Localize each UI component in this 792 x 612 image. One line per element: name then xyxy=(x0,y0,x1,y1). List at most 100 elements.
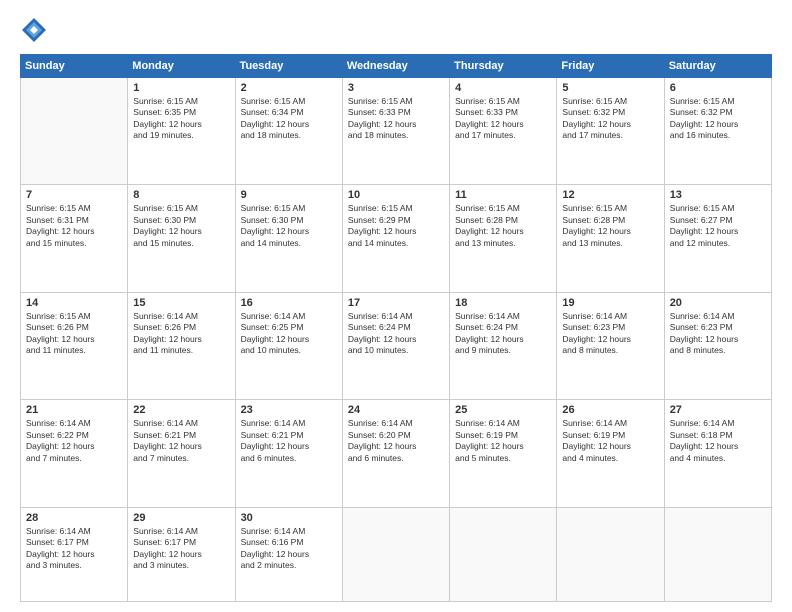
cell-info: Sunrise: 6:14 AM Sunset: 6:24 PM Dayligh… xyxy=(455,311,551,357)
cell-info: Sunrise: 6:15 AM Sunset: 6:28 PM Dayligh… xyxy=(455,203,551,249)
cell-info: Sunrise: 6:14 AM Sunset: 6:19 PM Dayligh… xyxy=(562,418,658,464)
cell-info: Sunrise: 6:14 AM Sunset: 6:25 PM Dayligh… xyxy=(241,311,337,357)
cell-info: Sunrise: 6:14 AM Sunset: 6:22 PM Dayligh… xyxy=(26,418,122,464)
day-number: 28 xyxy=(26,512,122,524)
cell-info: Sunrise: 6:15 AM Sunset: 6:33 PM Dayligh… xyxy=(348,96,444,142)
calendar-cell: 5 Sunrise: 6:15 AM Sunset: 6:32 PM Daylig… xyxy=(557,78,664,185)
cell-info: Sunrise: 6:15 AM Sunset: 6:32 PM Dayligh… xyxy=(670,96,766,142)
cell-info: Sunrise: 6:15 AM Sunset: 6:34 PM Dayligh… xyxy=(241,96,337,142)
cell-info: Sunrise: 6:14 AM Sunset: 6:21 PM Dayligh… xyxy=(241,418,337,464)
day-number: 20 xyxy=(670,297,766,309)
day-number: 18 xyxy=(455,297,551,309)
weekday-header-row: SundayMondayTuesdayWednesdayThursdayFrid… xyxy=(21,55,772,78)
header xyxy=(20,16,772,44)
day-number: 13 xyxy=(670,189,766,201)
calendar-cell: 9 Sunrise: 6:15 AM Sunset: 6:30 PM Daylig… xyxy=(235,185,342,292)
calendar-cell: 8 Sunrise: 6:15 AM Sunset: 6:30 PM Daylig… xyxy=(128,185,235,292)
calendar-cell: 25Sunrise: 6:14 AM Sunset: 6:19 PM Dayli… xyxy=(450,400,557,507)
calendar-cell: 7 Sunrise: 6:15 AM Sunset: 6:31 PM Daylig… xyxy=(21,185,128,292)
cell-info: Sunrise: 6:14 AM Sunset: 6:17 PM Dayligh… xyxy=(26,526,122,572)
calendar-cell: 28 Sunrise: 6:14 AM Sunset: 6:17 PM Dayli… xyxy=(21,507,128,601)
day-number: 15 xyxy=(133,297,229,309)
day-number: 30 xyxy=(241,512,337,524)
calendar-cell: 29Sunrise: 6:14 AM Sunset: 6:17 PM Dayli… xyxy=(128,507,235,601)
day-number: 8 xyxy=(133,189,229,201)
day-number: 27 xyxy=(670,404,766,416)
day-number: 5 xyxy=(562,82,658,94)
weekday-header: Sunday xyxy=(21,55,128,78)
cell-info: Sunrise: 6:15 AM Sunset: 6:31 PM Dayligh… xyxy=(26,203,122,249)
day-number: 12 xyxy=(562,189,658,201)
calendar-cell xyxy=(557,507,664,601)
cell-info: Sunrise: 6:14 AM Sunset: 6:24 PM Dayligh… xyxy=(348,311,444,357)
cell-info: Sunrise: 6:15 AM Sunset: 6:33 PM Dayligh… xyxy=(455,96,551,142)
calendar-week-row: 7 Sunrise: 6:15 AM Sunset: 6:31 PM Daylig… xyxy=(21,185,772,292)
calendar-cell: 18 Sunrise: 6:14 AM Sunset: 6:24 PM Dayli… xyxy=(450,292,557,399)
logo xyxy=(20,16,52,44)
calendar-cell: 27 Sunrise: 6:14 AM Sunset: 6:18 PM Dayli… xyxy=(664,400,771,507)
calendar-cell: 23 Sunrise: 6:14 AM Sunset: 6:21 PM Dayli… xyxy=(235,400,342,507)
day-number: 6 xyxy=(670,82,766,94)
calendar-cell: 10 Sunrise: 6:15 AM Sunset: 6:29 PM Dayli… xyxy=(342,185,449,292)
calendar-table: SundayMondayTuesdayWednesdayThursdayFrid… xyxy=(20,54,772,602)
day-number: 9 xyxy=(241,189,337,201)
calendar-cell: 13 Sunrise: 6:15 AM Sunset: 6:27 PM Dayli… xyxy=(664,185,771,292)
day-number: 14 xyxy=(26,297,122,309)
cell-info: Sunrise: 6:14 AM Sunset: 6:18 PM Dayligh… xyxy=(670,418,766,464)
cell-info: Sunrise: 6:14 AM Sunset: 6:17 PM Dayligh… xyxy=(133,526,229,572)
cell-info: Sunrise: 6:15 AM Sunset: 6:30 PM Dayligh… xyxy=(241,203,337,249)
calendar-cell: 17 Sunrise: 6:14 AM Sunset: 6:24 PM Dayli… xyxy=(342,292,449,399)
day-number: 10 xyxy=(348,189,444,201)
cell-info: Sunrise: 6:15 AM Sunset: 6:35 PM Dayligh… xyxy=(133,96,229,142)
calendar-cell xyxy=(21,78,128,185)
calendar-week-row: 1 Sunrise: 6:15 AM Sunset: 6:35 PM Daylig… xyxy=(21,78,772,185)
day-number: 3 xyxy=(348,82,444,94)
weekday-header: Saturday xyxy=(664,55,771,78)
day-number: 26 xyxy=(562,404,658,416)
weekday-header: Thursday xyxy=(450,55,557,78)
calendar-cell: 20 Sunrise: 6:14 AM Sunset: 6:23 PM Dayli… xyxy=(664,292,771,399)
day-number: 16 xyxy=(241,297,337,309)
cell-info: Sunrise: 6:14 AM Sunset: 6:20 PM Dayligh… xyxy=(348,418,444,464)
calendar-week-row: 14Sunrise: 6:15 AM Sunset: 6:26 PM Dayli… xyxy=(21,292,772,399)
day-number: 11 xyxy=(455,189,551,201)
day-number: 1 xyxy=(133,82,229,94)
calendar-week-row: 28 Sunrise: 6:14 AM Sunset: 6:17 PM Dayli… xyxy=(21,507,772,601)
cell-info: Sunrise: 6:15 AM Sunset: 6:30 PM Dayligh… xyxy=(133,203,229,249)
day-number: 23 xyxy=(241,404,337,416)
cell-info: Sunrise: 6:14 AM Sunset: 6:21 PM Dayligh… xyxy=(133,418,229,464)
day-number: 7 xyxy=(26,189,122,201)
calendar-cell: 19 Sunrise: 6:14 AM Sunset: 6:23 PM Dayli… xyxy=(557,292,664,399)
calendar-cell: 6 Sunrise: 6:15 AM Sunset: 6:32 PM Daylig… xyxy=(664,78,771,185)
calendar-cell: 21 Sunrise: 6:14 AM Sunset: 6:22 PM Dayli… xyxy=(21,400,128,507)
cell-info: Sunrise: 6:14 AM Sunset: 6:23 PM Dayligh… xyxy=(562,311,658,357)
calendar-cell: 16 Sunrise: 6:14 AM Sunset: 6:25 PM Dayli… xyxy=(235,292,342,399)
calendar-cell: 24 Sunrise: 6:14 AM Sunset: 6:20 PM Dayli… xyxy=(342,400,449,507)
cell-info: Sunrise: 6:14 AM Sunset: 6:23 PM Dayligh… xyxy=(670,311,766,357)
calendar-cell: 30 Sunrise: 6:14 AM Sunset: 6:16 PM Dayli… xyxy=(235,507,342,601)
cell-info: Sunrise: 6:15 AM Sunset: 6:28 PM Dayligh… xyxy=(562,203,658,249)
calendar-cell: 3 Sunrise: 6:15 AM Sunset: 6:33 PM Daylig… xyxy=(342,78,449,185)
cell-info: Sunrise: 6:14 AM Sunset: 6:16 PM Dayligh… xyxy=(241,526,337,572)
calendar-cell xyxy=(342,507,449,601)
page: SundayMondayTuesdayWednesdayThursdayFrid… xyxy=(0,0,792,612)
day-number: 22 xyxy=(133,404,229,416)
calendar-cell: 15Sunrise: 6:14 AM Sunset: 6:26 PM Dayli… xyxy=(128,292,235,399)
calendar-cell: 1 Sunrise: 6:15 AM Sunset: 6:35 PM Daylig… xyxy=(128,78,235,185)
cell-info: Sunrise: 6:15 AM Sunset: 6:27 PM Dayligh… xyxy=(670,203,766,249)
logo-icon xyxy=(20,16,48,44)
calendar-cell: 11 Sunrise: 6:15 AM Sunset: 6:28 PM Dayli… xyxy=(450,185,557,292)
day-number: 17 xyxy=(348,297,444,309)
calendar-week-row: 21 Sunrise: 6:14 AM Sunset: 6:22 PM Dayli… xyxy=(21,400,772,507)
day-number: 21 xyxy=(26,404,122,416)
calendar-cell xyxy=(664,507,771,601)
cell-info: Sunrise: 6:15 AM Sunset: 6:29 PM Dayligh… xyxy=(348,203,444,249)
calendar-cell: 26 Sunrise: 6:14 AM Sunset: 6:19 PM Dayli… xyxy=(557,400,664,507)
calendar-cell: 22 Sunrise: 6:14 AM Sunset: 6:21 PM Dayli… xyxy=(128,400,235,507)
day-number: 19 xyxy=(562,297,658,309)
cell-info: Sunrise: 6:15 AM Sunset: 6:32 PM Dayligh… xyxy=(562,96,658,142)
calendar-cell: 4Sunrise: 6:15 AM Sunset: 6:33 PM Daylig… xyxy=(450,78,557,185)
day-number: 2 xyxy=(241,82,337,94)
day-number: 24 xyxy=(348,404,444,416)
weekday-header: Friday xyxy=(557,55,664,78)
